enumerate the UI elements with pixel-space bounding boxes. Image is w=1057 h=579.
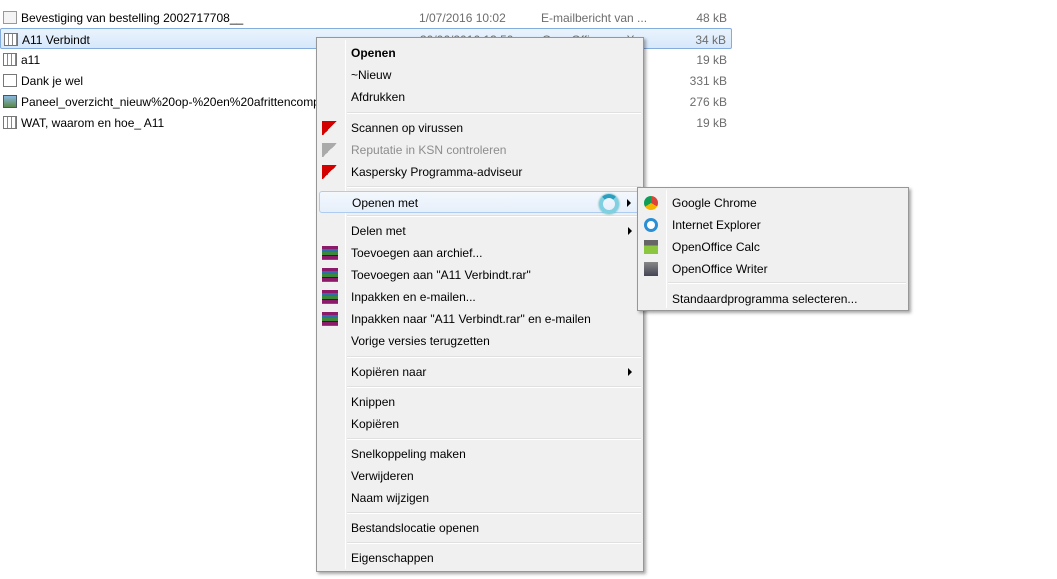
submenu-item-openoffice-calc[interactable]: OpenOffice Calc xyxy=(640,236,906,258)
file-size: 19 kB xyxy=(696,116,727,130)
menu-item-label: Snelkoppeling maken xyxy=(351,447,466,461)
file-date: 1/07/2016 10:02 xyxy=(419,11,506,25)
menu-item-label: Afdrukken xyxy=(351,90,406,104)
file-name: WAT, waarom en hoe_ A11 xyxy=(21,116,165,130)
menu-item-label: Verwijderen xyxy=(351,469,414,483)
file-name: Dank je wel xyxy=(21,74,84,88)
menu-item-delen-met[interactable]: Delen met xyxy=(319,220,641,242)
submenu-item-google-chrome[interactable]: Google Chrome xyxy=(640,192,906,214)
kaspersky-icon xyxy=(322,143,338,157)
menu-item-vorige-versies-terugzetten[interactable]: Vorige versies terugzetten xyxy=(319,330,641,352)
file-size: 19 kB xyxy=(696,53,727,67)
menu-item-kaspersky-programma-adviseur[interactable]: Kaspersky Programma-adviseur xyxy=(319,161,641,183)
menu-item-toevoegen-aan-a11-verbindt-rar[interactable]: Toevoegen aan "A11 Verbindt.rar" xyxy=(319,264,641,286)
menu-item-openen[interactable]: Openen xyxy=(319,42,641,64)
menu-item-label: Internet Explorer xyxy=(672,218,761,232)
menu-item-toevoegen-aan-archief[interactable]: Toevoegen aan archief... xyxy=(319,242,641,264)
menu-separator xyxy=(668,282,906,284)
file-row[interactable]: Bevestiging van bestelling 2002717708__ … xyxy=(0,7,732,28)
file-size: 331 kB xyxy=(689,74,727,88)
menu-item-kopi-ren-naar[interactable]: Kopiëren naar xyxy=(319,361,641,383)
menu-item-snelkoppeling-maken[interactable]: Snelkoppeling maken xyxy=(319,443,641,465)
menu-item-knippen[interactable]: Knippen xyxy=(319,391,641,413)
menu-separator xyxy=(347,512,641,514)
winrar-icon xyxy=(322,246,338,260)
file-size: 48 kB xyxy=(696,11,727,25)
menu-item-label: Openen xyxy=(351,46,396,60)
menu-item-label: Delen met xyxy=(351,224,406,238)
context-menu: Openen ~Nieuw Afdrukken Scannen op virussen… xyxy=(316,37,644,572)
spreadsheet-icon xyxy=(4,33,18,46)
menu-item-label: Kopiëren naar xyxy=(351,365,427,379)
menu-separator xyxy=(347,542,641,544)
menu-item-inpakken-en-e-mailen[interactable]: Inpakken en e-mailen... xyxy=(319,286,641,308)
menu-separator xyxy=(347,112,641,114)
spreadsheet-icon xyxy=(3,53,17,66)
menu-separator xyxy=(347,386,641,388)
menu-item-kopi-ren[interactable]: Kopiëren xyxy=(319,413,641,435)
file-name: Bevestiging van bestelling 2002717708__ xyxy=(21,11,244,25)
winrar-icon xyxy=(322,312,338,326)
file-size: 34 kB xyxy=(695,33,726,47)
menu-item-label: OpenOffice Calc xyxy=(672,240,760,254)
menu-item-label: Scannen op virussen xyxy=(351,121,464,135)
image-icon xyxy=(3,95,17,108)
menu-item-inpakken-naar-a11-verbindt-rar-en-e-mailen[interactable]: Inpakken naar "A11 Verbindt.rar" en e-ma… xyxy=(319,308,641,330)
submenu-arrow-icon xyxy=(628,368,632,376)
menu-separator xyxy=(347,215,641,217)
internet-explorer-icon xyxy=(644,218,658,232)
menu-item-label: Toevoegen aan "A11 Verbindt.rar" xyxy=(351,268,531,282)
menu-item-label: Standaardprogramma selecteren... xyxy=(672,292,858,306)
winrar-icon xyxy=(322,268,338,282)
mail-icon xyxy=(3,11,17,24)
menu-item-label: Toevoegen aan archief... xyxy=(351,246,483,260)
menu-item-label: Kopiëren xyxy=(351,417,400,431)
busy-cursor-icon xyxy=(599,194,619,214)
chrome-icon xyxy=(644,196,658,210)
submenu-item-openoffice-writer[interactable]: OpenOffice Writer xyxy=(640,258,906,280)
menu-item-nieuw[interactable]: ~Nieuw xyxy=(319,64,641,86)
menu-item-label: Reputatie in KSN controleren xyxy=(351,143,507,157)
menu-item-label: Bestandslocatie openen xyxy=(351,521,480,535)
menu-item-label: Inpakken naar "A11 Verbindt.rar" en e-ma… xyxy=(351,312,591,326)
menu-item-reputatie-in-ksn-controleren[interactable]: Reputatie in KSN controleren xyxy=(319,139,641,161)
menu-item-scannen-op-virussen[interactable]: Scannen op virussen xyxy=(319,117,641,139)
menu-item-eigenschappen[interactable]: Eigenschappen xyxy=(319,547,641,569)
open-with-submenu: Google Chrome Internet Explorer OpenOffice… xyxy=(637,187,909,311)
submenu-arrow-icon xyxy=(627,199,631,207)
menu-item-label: ~Nieuw xyxy=(351,68,392,82)
menu-item-label: Kaspersky Programma-adviseur xyxy=(351,165,523,179)
menu-item-label: OpenOffice Writer xyxy=(672,262,768,276)
menu-item-openen-met[interactable]: Openen met xyxy=(319,191,641,213)
menu-item-label: Vorige versies terugzetten xyxy=(351,334,490,348)
openoffice-calc-icon xyxy=(644,240,658,254)
openoffice-writer-icon xyxy=(644,262,658,276)
submenu-arrow-icon xyxy=(628,227,632,235)
file-size: 276 kB xyxy=(689,95,727,109)
menu-separator xyxy=(347,186,641,188)
menu-item-label: Knippen xyxy=(351,395,396,409)
submenu-item-standaardprogramma-selecteren[interactable]: Standaardprogramma selecteren... xyxy=(640,288,906,310)
menu-item-label: Naam wijzigen xyxy=(351,491,430,505)
winrar-icon xyxy=(322,290,338,304)
menu-item-naam-wijzigen[interactable]: Naam wijzigen xyxy=(319,487,641,509)
menu-separator xyxy=(347,438,641,440)
menu-item-label: Inpakken en e-mailen... xyxy=(351,290,476,304)
file-name: Paneel_overzicht_nieuw%20op-%20en%20afri… xyxy=(21,95,323,109)
menu-item-label: Google Chrome xyxy=(672,196,757,210)
file-name: A11 Verbindt xyxy=(22,33,90,47)
submenu-item-internet-explorer[interactable]: Internet Explorer xyxy=(640,214,906,236)
menu-item-label: Openen met xyxy=(352,196,419,210)
menu-item-bestandslocatie-openen[interactable]: Bestandslocatie openen xyxy=(319,517,641,539)
file-name: a11 xyxy=(21,53,41,67)
kaspersky-icon xyxy=(322,121,338,135)
menu-item-afdrukken[interactable]: Afdrukken xyxy=(319,86,641,108)
kaspersky-icon xyxy=(322,165,338,179)
document-icon xyxy=(3,74,17,87)
menu-separator xyxy=(347,356,641,358)
file-type: E-mailbericht van ... xyxy=(541,11,648,25)
menu-item-label: Eigenschappen xyxy=(351,551,434,565)
spreadsheet-icon xyxy=(3,116,17,129)
menu-item-verwijderen[interactable]: Verwijderen xyxy=(319,465,641,487)
